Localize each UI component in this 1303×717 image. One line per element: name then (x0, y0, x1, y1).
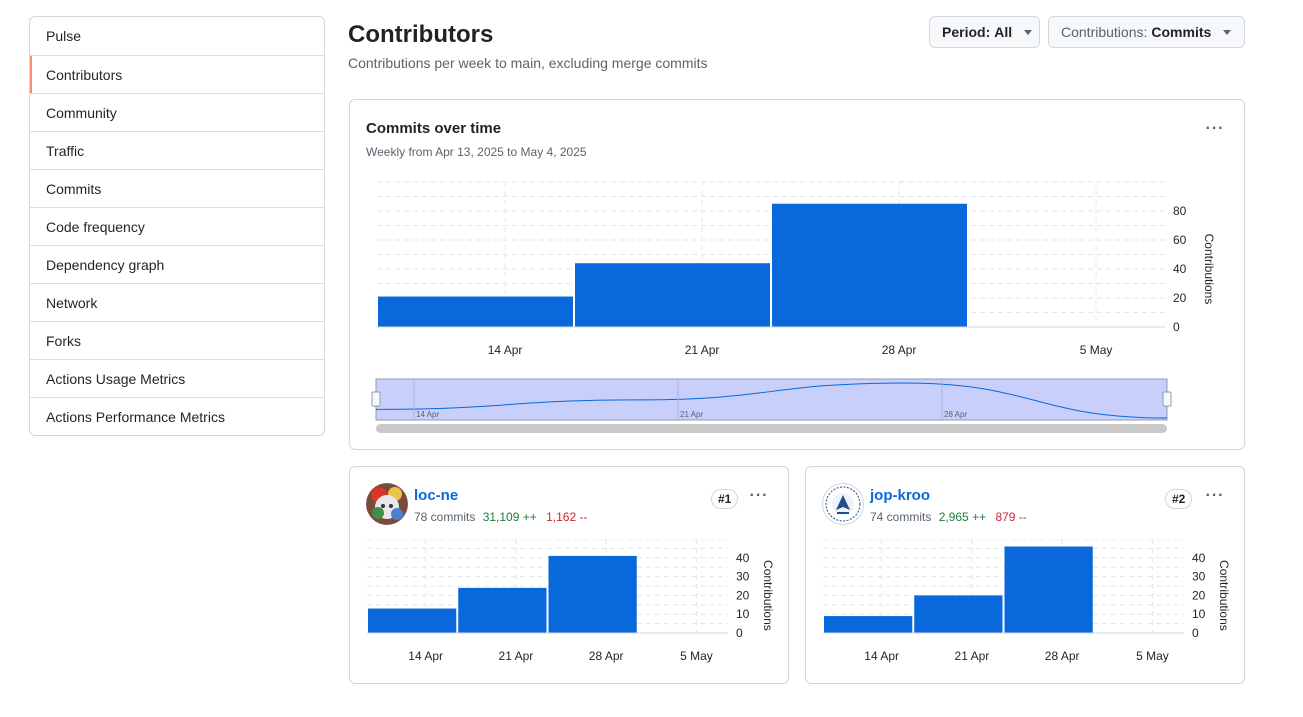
x-tick-label: 28 Apr (589, 649, 624, 663)
y-tick-label: 20 (1192, 588, 1206, 602)
navigator-handle[interactable] (371, 391, 381, 407)
insights-sidebar: Pulse Contributors Community Traffic Com… (29, 16, 325, 436)
y-tick-label: 40 (1173, 262, 1187, 276)
bar (824, 616, 913, 633)
y-tick-label: 40 (1192, 551, 1206, 565)
avatar[interactable] (366, 483, 408, 525)
rank-badge: #1 (711, 489, 739, 509)
y-tick-label: 20 (736, 588, 750, 602)
x-tick-label: 28 Apr (882, 343, 917, 357)
contributor-chart: 14 Apr 21 Apr 28 Apr 5 May 0 10 20 30 40 Contribu… (823, 539, 1231, 663)
contributions-label: Contributions: (1061, 24, 1148, 40)
card-title: Commits over time (366, 120, 502, 137)
contributor-name[interactable]: jop-kroo (870, 487, 930, 504)
y-tick-label: 30 (736, 570, 750, 584)
y-tick-label: 10 (736, 607, 750, 621)
y-tick-label: 0 (1192, 626, 1199, 640)
y-tick-label: 40 (736, 551, 750, 565)
x-tick-label: 14 Apr (488, 343, 523, 357)
y-axis-label: Contributions (1202, 234, 1216, 305)
navigator-handle[interactable] (1162, 391, 1172, 407)
sidebar-item-code-frequency[interactable]: Code frequency (30, 207, 324, 245)
bar (458, 587, 547, 633)
card-subtitle: Weekly from Apr 13, 2025 to May 4, 2025 (366, 145, 587, 159)
commits-over-time-card: Commits over time Weekly from Apr 13, 20… (349, 99, 1245, 450)
contributor-card: loc-ne 78 commits 31,109 ++ 1,162 -- #1 … (349, 466, 789, 684)
bar (548, 555, 637, 633)
x-tick-label: 21 Apr (685, 343, 720, 357)
additions-count: 31,109 ++ (482, 510, 537, 524)
navigator-tick-label: 14 Apr (416, 410, 439, 419)
navigator-tick-label: 28 Apr (944, 410, 967, 419)
navigator-scrollbar[interactable] (376, 424, 1167, 433)
bar (368, 608, 457, 633)
period-label: Period: (942, 24, 991, 40)
bar (378, 296, 573, 327)
commit-count: 74 commits (870, 510, 932, 524)
y-tick-label: 0 (1173, 320, 1180, 334)
bar (575, 263, 770, 327)
sidebar-item-actions-performance-metrics[interactable]: Actions Performance Metrics (30, 397, 324, 435)
deletions-count: 879 -- (995, 510, 1027, 524)
bar (1004, 546, 1093, 633)
x-tick-label: 5 May (1136, 649, 1169, 663)
y-axis-label: Contributions (1217, 560, 1231, 631)
x-tick-label: 14 Apr (864, 649, 899, 663)
kebab-horizontal-icon[interactable]: ··· (746, 488, 772, 509)
y-tick-label: 80 (1173, 204, 1187, 218)
period-value: All (994, 24, 1013, 40)
additions-count: 2,965 ++ (938, 510, 987, 524)
sidebar-item-dependency-graph[interactable]: Dependency graph (30, 245, 324, 283)
contributor-chart: 14 Apr 21 Apr 28 Apr 5 May 0 10 20 30 40 Contribu… (367, 539, 775, 663)
sidebar-item-forks[interactable]: Forks (30, 321, 324, 359)
contributor-stats: 78 commits 31,109 ++ 1,162 -- (414, 510, 587, 524)
x-tick-label: 5 May (1080, 343, 1113, 357)
y-tick-label: 60 (1173, 233, 1187, 247)
caret-down-icon (1024, 29, 1033, 35)
x-tick-label: 28 Apr (1045, 649, 1080, 663)
y-tick-label: 30 (1192, 570, 1206, 584)
commit-count: 78 commits (414, 510, 476, 524)
contributions-dropdown-button[interactable]: Contributions: Commits (1048, 16, 1245, 48)
navigator-range (375, 378, 1168, 421)
x-tick-label: 21 Apr (955, 649, 990, 663)
page-title: Contributors (348, 21, 494, 48)
chart-navigator[interactable]: 14 Apr 21 Apr 28 Apr (350, 376, 1244, 436)
x-tick-label: 14 Apr (408, 649, 443, 663)
contributor-name[interactable]: loc-ne (414, 487, 458, 504)
contributions-value: Commits (1151, 24, 1212, 40)
deletions-count: 1,162 -- (546, 510, 588, 524)
sidebar-item-contributors[interactable]: Contributors (30, 55, 324, 93)
kebab-horizontal-icon[interactable]: ··· (1202, 121, 1228, 142)
y-tick-label: 20 (1173, 291, 1187, 305)
sidebar-item-pulse[interactable]: Pulse (30, 17, 324, 55)
x-tick-label: 21 Apr (499, 649, 534, 663)
rank-badge: #2 (1165, 489, 1193, 509)
page-subtitle: Contributions per week to main, excludin… (348, 55, 708, 71)
y-axis-label: Contributions (761, 560, 775, 631)
sidebar-item-network[interactable]: Network (30, 283, 324, 321)
period-dropdown-button[interactable]: Period: All (929, 16, 1040, 48)
sidebar-item-commits[interactable]: Commits (30, 169, 324, 207)
sidebar-item-community[interactable]: Community (30, 93, 324, 131)
contributor-card: jop-kroo 74 commits 2,965 ++ 879 -- #2 ·… (805, 466, 1245, 684)
sidebar-item-traffic[interactable]: Traffic (30, 131, 324, 169)
bar (914, 595, 1003, 633)
kebab-horizontal-icon[interactable]: ··· (1202, 488, 1228, 509)
sidebar-item-actions-usage-metrics[interactable]: Actions Usage Metrics (30, 359, 324, 397)
y-tick-label: 10 (1192, 607, 1206, 621)
x-tick-label: 5 May (680, 649, 713, 663)
avatar[interactable] (822, 483, 864, 525)
navigator-tick-label: 21 Apr (680, 410, 703, 419)
caret-down-icon (1223, 29, 1232, 35)
y-tick-label: 0 (736, 626, 743, 640)
contributor-stats: 74 commits 2,965 ++ 879 -- (870, 510, 1027, 524)
bar (772, 203, 967, 327)
